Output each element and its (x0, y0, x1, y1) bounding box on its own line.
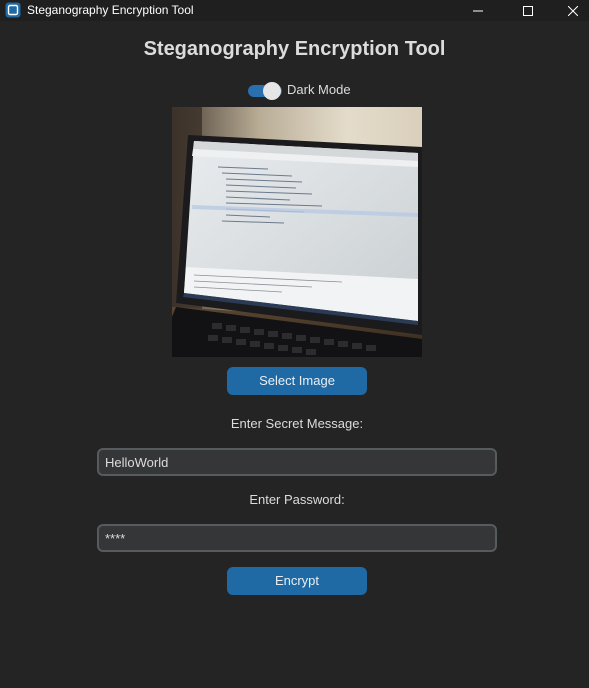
password-label: Enter Password: (249, 492, 345, 507)
dark-mode-toggle[interactable]: Dark Mode (248, 80, 351, 100)
maximize-button[interactable] (505, 0, 551, 21)
window-title: Steganography Encryption Tool (27, 3, 194, 17)
page-title: Steganography Encryption Tool (143, 38, 446, 60)
minimize-button[interactable] (455, 0, 501, 21)
encrypt-button[interactable]: Encrypt (227, 567, 367, 595)
password-input[interactable] (97, 524, 497, 552)
maximize-icon (523, 5, 533, 16)
image-preview (172, 107, 422, 357)
app-icon (5, 2, 21, 18)
toggle-switch[interactable] (248, 81, 282, 100)
app-window: Steganography Encryption Tool Steganogra… (0, 0, 589, 688)
dark-mode-label: Dark Mode (287, 82, 351, 97)
laptop-code-photo (172, 107, 422, 357)
select-image-button[interactable]: Select Image (227, 367, 367, 395)
minimize-icon (473, 10, 483, 11)
toggle-knob (263, 81, 281, 100)
title-bar[interactable]: Steganography Encryption Tool (0, 0, 589, 21)
close-icon (568, 5, 578, 16)
secret-message-label: Enter Secret Message: (230, 416, 364, 431)
close-button[interactable] (550, 0, 589, 21)
secret-message-input[interactable] (97, 448, 497, 476)
